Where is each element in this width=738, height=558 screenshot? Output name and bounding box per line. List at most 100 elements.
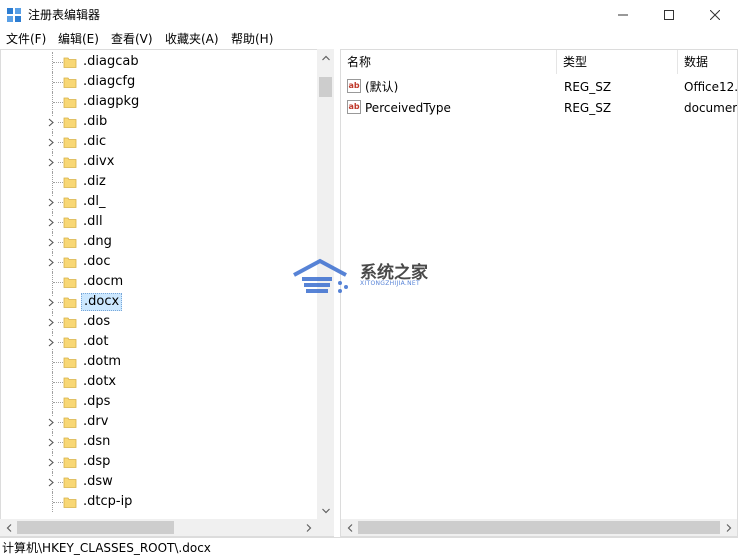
tree-connector-line xyxy=(53,102,63,103)
folder-icon xyxy=(63,335,77,349)
tree-item[interactable]: .dtcp-ip xyxy=(1,492,317,512)
tree-item[interactable]: .dsp xyxy=(1,452,317,472)
tree-item[interactable]: .diagcfg xyxy=(1,72,317,92)
tree-item-label: .docx xyxy=(81,293,123,311)
expand-chevron-icon[interactable] xyxy=(45,236,57,248)
tree-item-label: .diz xyxy=(83,174,106,189)
tree-connector-line xyxy=(53,382,63,383)
tree-item[interactable]: .dsn xyxy=(1,432,317,452)
expand-chevron-icon[interactable] xyxy=(45,476,57,488)
tree-item[interactable]: .dotm xyxy=(1,352,317,372)
tree-connector-line xyxy=(53,502,63,503)
tree-item[interactable]: .dng xyxy=(1,232,317,252)
expand-chevron-icon[interactable] xyxy=(45,116,57,128)
scroll-down-arrow-icon[interactable] xyxy=(317,502,334,519)
scroll-left-arrow-icon[interactable] xyxy=(341,519,358,536)
folder-icon xyxy=(63,195,77,209)
menu-favorites[interactable]: 收藏夹(A) xyxy=(163,31,221,47)
list-row[interactable]: ab PerceivedType REG_SZ documer xyxy=(341,97,738,119)
expand-chevron-icon[interactable] xyxy=(45,436,57,448)
tree-item-label: .drv xyxy=(83,414,109,429)
value-data: documer xyxy=(684,101,738,115)
tree-item[interactable]: .dotx xyxy=(1,372,317,392)
list-row[interactable]: ab (默认) REG_SZ Office12. xyxy=(341,76,737,98)
tree-item-label: .dic xyxy=(83,134,107,149)
list-hscroll-thumb[interactable] xyxy=(358,521,720,534)
tree-item[interactable]: .dib xyxy=(1,112,317,132)
menu-edit[interactable]: 编辑(E) xyxy=(56,31,101,47)
tree-item-label: .dsp xyxy=(83,454,111,469)
tree-item[interactable]: .diagcab xyxy=(1,52,317,72)
folder-icon xyxy=(63,135,77,149)
site-watermark: 系统之家 XITONGZHIJIA.NET xyxy=(290,255,440,299)
tree-horizontal-scrollbar[interactable] xyxy=(0,519,334,536)
tree-item[interactable]: .drv xyxy=(1,412,317,432)
expand-chevron-icon[interactable] xyxy=(45,196,57,208)
value-type: REG_SZ xyxy=(564,101,612,115)
menu-view[interactable]: 查看(V) xyxy=(109,31,155,47)
column-header-name[interactable]: 名称 xyxy=(341,50,557,74)
expand-chevron-icon[interactable] xyxy=(45,296,57,308)
list-horizontal-scrollbar[interactable] xyxy=(341,519,737,536)
folder-icon xyxy=(63,455,77,469)
minimize-button[interactable] xyxy=(600,0,646,29)
column-header-type[interactable]: 类型 xyxy=(557,50,678,74)
tree-item[interactable]: .dos xyxy=(1,312,317,332)
folder-icon xyxy=(63,375,77,389)
tree-item[interactable]: .divx xyxy=(1,152,317,172)
expand-chevron-icon[interactable] xyxy=(45,416,57,428)
tree-item[interactable]: .dic xyxy=(1,132,317,152)
tree-item[interactable]: .dot xyxy=(1,332,317,352)
folder-icon xyxy=(63,315,77,329)
tree-vscroll-thumb[interactable] xyxy=(319,77,332,97)
menu-file[interactable]: 文件(F) xyxy=(4,31,48,47)
tree-item-label: .dib xyxy=(83,114,108,129)
house-logo-icon xyxy=(290,257,356,300)
expand-chevron-icon[interactable] xyxy=(45,316,57,328)
close-button[interactable] xyxy=(692,0,738,29)
tree-item-label: .dos xyxy=(83,314,111,329)
tree-connector-line xyxy=(53,402,63,403)
scroll-right-arrow-icon[interactable] xyxy=(720,519,737,536)
expand-chevron-icon[interactable] xyxy=(45,156,57,168)
registry-key-tree[interactable]: .diagcab .diagcfg .diagpkg .dib .dic .divx .di… xyxy=(0,49,334,537)
minimize-icon xyxy=(618,10,628,20)
value-type: REG_SZ xyxy=(564,80,612,94)
tree-item[interactable]: .dll xyxy=(1,212,317,232)
column-header-data[interactable]: 数据 xyxy=(678,50,737,74)
expand-chevron-icon[interactable] xyxy=(45,256,57,268)
folder-icon xyxy=(63,235,77,249)
tree-item[interactable]: .dl_ xyxy=(1,192,317,212)
registry-editor-window: 注册表编辑器 文件(F) 编辑(E) 查看(V) 收藏夹(A) 帮助(H) .d… xyxy=(0,0,738,558)
tree-item-label: .diagcab xyxy=(83,54,139,69)
tree-item[interactable]: .diagpkg xyxy=(1,92,317,112)
expand-chevron-icon[interactable] xyxy=(45,456,57,468)
tree-item-label: .dsn xyxy=(83,434,111,449)
tree-connector-line xyxy=(53,62,63,63)
expand-chevron-icon[interactable] xyxy=(45,336,57,348)
tree-item[interactable]: .docx xyxy=(1,292,317,312)
folder-icon xyxy=(63,155,77,169)
tree-connector-line xyxy=(53,82,63,83)
tree-item-label: .diagpkg xyxy=(83,94,140,109)
expand-chevron-icon[interactable] xyxy=(45,216,57,228)
maximize-button[interactable] xyxy=(646,0,692,29)
scroll-left-arrow-icon[interactable] xyxy=(0,519,17,536)
folder-icon xyxy=(63,75,77,89)
tree-item-label: .dl_ xyxy=(83,194,106,209)
value-name: PerceivedType xyxy=(365,101,451,115)
tree-item-label: .dsw xyxy=(83,474,113,489)
tree-item[interactable]: .dps xyxy=(1,392,317,412)
tree-item[interactable]: .diz xyxy=(1,172,317,192)
tree-item[interactable]: .doc xyxy=(1,252,317,272)
folder-icon xyxy=(63,55,77,69)
scroll-right-arrow-icon[interactable] xyxy=(300,519,317,536)
tree-item[interactable]: .docm xyxy=(1,272,317,292)
expand-chevron-icon[interactable] xyxy=(45,136,57,148)
tree-hscroll-thumb[interactable] xyxy=(17,521,174,534)
tree-item[interactable]: .dsw xyxy=(1,472,317,492)
title-bar[interactable]: 注册表编辑器 xyxy=(0,0,738,29)
current-key-path: 计算机\HKEY_CLASSES_ROOT\.docx xyxy=(2,541,211,555)
scroll-up-arrow-icon[interactable] xyxy=(317,49,334,66)
menu-help[interactable]: 帮助(H) xyxy=(229,31,275,47)
